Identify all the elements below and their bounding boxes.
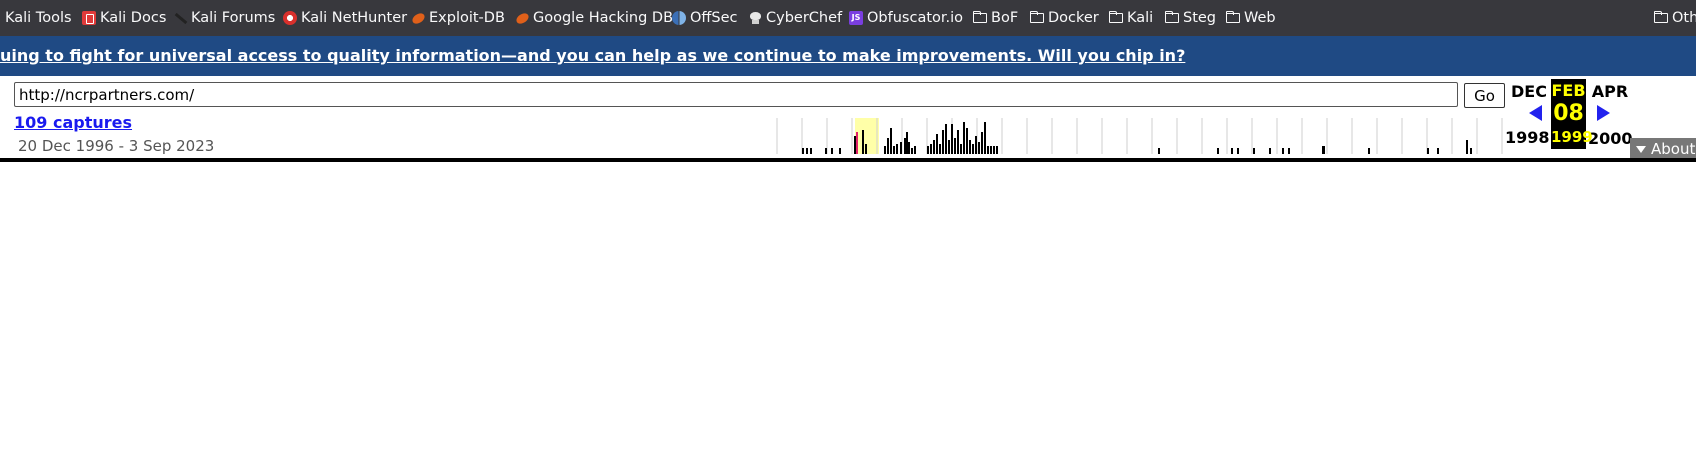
calendar-current-date: FEB 08 1999 <box>1551 79 1593 149</box>
capture-date-range: 20 Dec 1996 - 3 Sep 2023 <box>18 137 215 155</box>
bookmark-label: BoF <box>991 10 1019 26</box>
cyberchef-icon <box>748 11 762 25</box>
bookmark-obfuscator[interactable]: JS Obfuscator.io <box>849 0 963 36</box>
toolbar-bottom-border <box>0 158 1696 162</box>
bookmark-folder-other[interactable]: Oth <box>1654 0 1696 36</box>
kali-docs-icon <box>82 11 96 25</box>
bookmark-label: Steg <box>1183 10 1217 26</box>
bookmark-label: Kali Tools <box>5 10 72 26</box>
bookmark-folder-steg[interactable]: Steg <box>1165 0 1216 36</box>
bookmark-label: Kali Forums <box>191 10 276 26</box>
caret-down-icon <box>1636 145 1646 153</box>
folder-icon <box>973 11 987 25</box>
kali-forums-icon <box>173 11 187 25</box>
calendar-current-month: FEB <box>1551 81 1586 100</box>
bookmark-label: Obfuscator.io <box>867 10 964 26</box>
bookmark-label: CyberChef <box>766 10 843 26</box>
exploit-db-icon <box>411 11 425 25</box>
calendar-prev-month[interactable]: DEC <box>1509 82 1549 101</box>
ghdb-icon <box>515 11 529 25</box>
bookmark-folder-docker[interactable]: Docker <box>1030 0 1099 36</box>
captures-sparkline[interactable] <box>775 118 1510 154</box>
bookmark-label: OffSec <box>690 10 738 26</box>
bookmark-label: Exploit-DB <box>429 10 505 26</box>
bookmark-kali-nethunter[interactable]: Kali NetHunter <box>283 0 407 36</box>
bookmark-folder-bof[interactable]: BoF <box>973 0 1018 36</box>
bookmarks-toolbar: Kali Tools Kali Docs Kali Forums Kali Ne… <box>0 0 1696 36</box>
next-capture-arrow-icon[interactable] <box>1597 105 1610 121</box>
bookmark-label: Kali <box>1127 10 1154 26</box>
bookmark-offsec[interactable]: OffSec <box>672 0 738 36</box>
bookmark-folder-kali[interactable]: Kali <box>1109 0 1153 36</box>
about-button[interactable]: About <box>1630 138 1696 160</box>
donation-banner: uing to fight for universal access to qu… <box>0 36 1696 76</box>
bookmark-kali-forums[interactable]: Kali Forums <box>173 0 275 36</box>
calendar-next-month[interactable]: APR <box>1590 82 1630 101</box>
bookmark-kali-docs[interactable]: Kali Docs <box>82 0 166 36</box>
folder-icon <box>1030 11 1044 25</box>
go-button[interactable]: Go <box>1464 83 1505 108</box>
folder-icon <box>1109 11 1123 25</box>
calendar-current-year: 1999 <box>1551 128 1593 146</box>
obfuscator-icon: JS <box>849 11 863 25</box>
bookmark-label: Kali Docs <box>100 10 167 26</box>
folder-icon <box>1654 11 1668 25</box>
offsec-icon <box>672 11 686 25</box>
bookmark-label: Google Hacking DB <box>533 10 674 26</box>
bookmark-google-hacking-db[interactable]: Google Hacking DB <box>515 0 673 36</box>
bookmark-label: Kali NetHunter <box>301 10 408 26</box>
folder-icon <box>1226 11 1240 25</box>
bookmark-kali-tools[interactable]: Kali Tools <box>5 0 72 36</box>
calendar-prev-year[interactable]: 1998 <box>1505 128 1550 147</box>
bookmark-cyberchef[interactable]: CyberChef <box>748 0 842 36</box>
bookmark-label: Docker <box>1048 10 1099 26</box>
bookmark-label: Oth <box>1672 10 1696 26</box>
folder-icon <box>1165 11 1179 25</box>
calendar-current-day: 08 <box>1553 101 1584 126</box>
wayback-toolbar: Go 109 captures 20 Dec 1996 - 3 Sep 2023 <box>0 76 1696 158</box>
about-label: About <box>1651 140 1696 158</box>
previous-capture-arrow-icon[interactable] <box>1529 105 1542 121</box>
nethunter-icon <box>283 11 297 25</box>
url-input[interactable] <box>14 82 1458 107</box>
bookmark-exploit-db[interactable]: Exploit-DB <box>411 0 505 36</box>
donation-banner-link[interactable]: uing to fight for universal access to qu… <box>0 36 1185 76</box>
bookmark-label: Web <box>1244 10 1276 26</box>
calendar-next-year[interactable]: 2000 <box>1588 129 1633 148</box>
bookmark-folder-web[interactable]: Web <box>1226 0 1276 36</box>
sparkline-current-capture-marker <box>856 132 858 154</box>
captures-link[interactable]: 109 captures <box>14 113 132 132</box>
